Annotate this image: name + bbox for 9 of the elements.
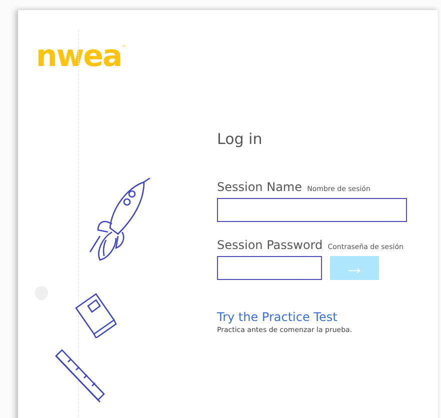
book-drawing [74,292,118,338]
field-label: Session Name [217,180,302,194]
practice-test-link[interactable]: Try the Practice Test [217,310,338,324]
logo: nwea [36,40,122,74]
ruler-drawing [54,348,106,404]
login-title: Log in [217,130,262,148]
session-name-field[interactable] [217,198,407,222]
password-field[interactable] [217,256,322,280]
field-label: Session Password [217,238,323,252]
